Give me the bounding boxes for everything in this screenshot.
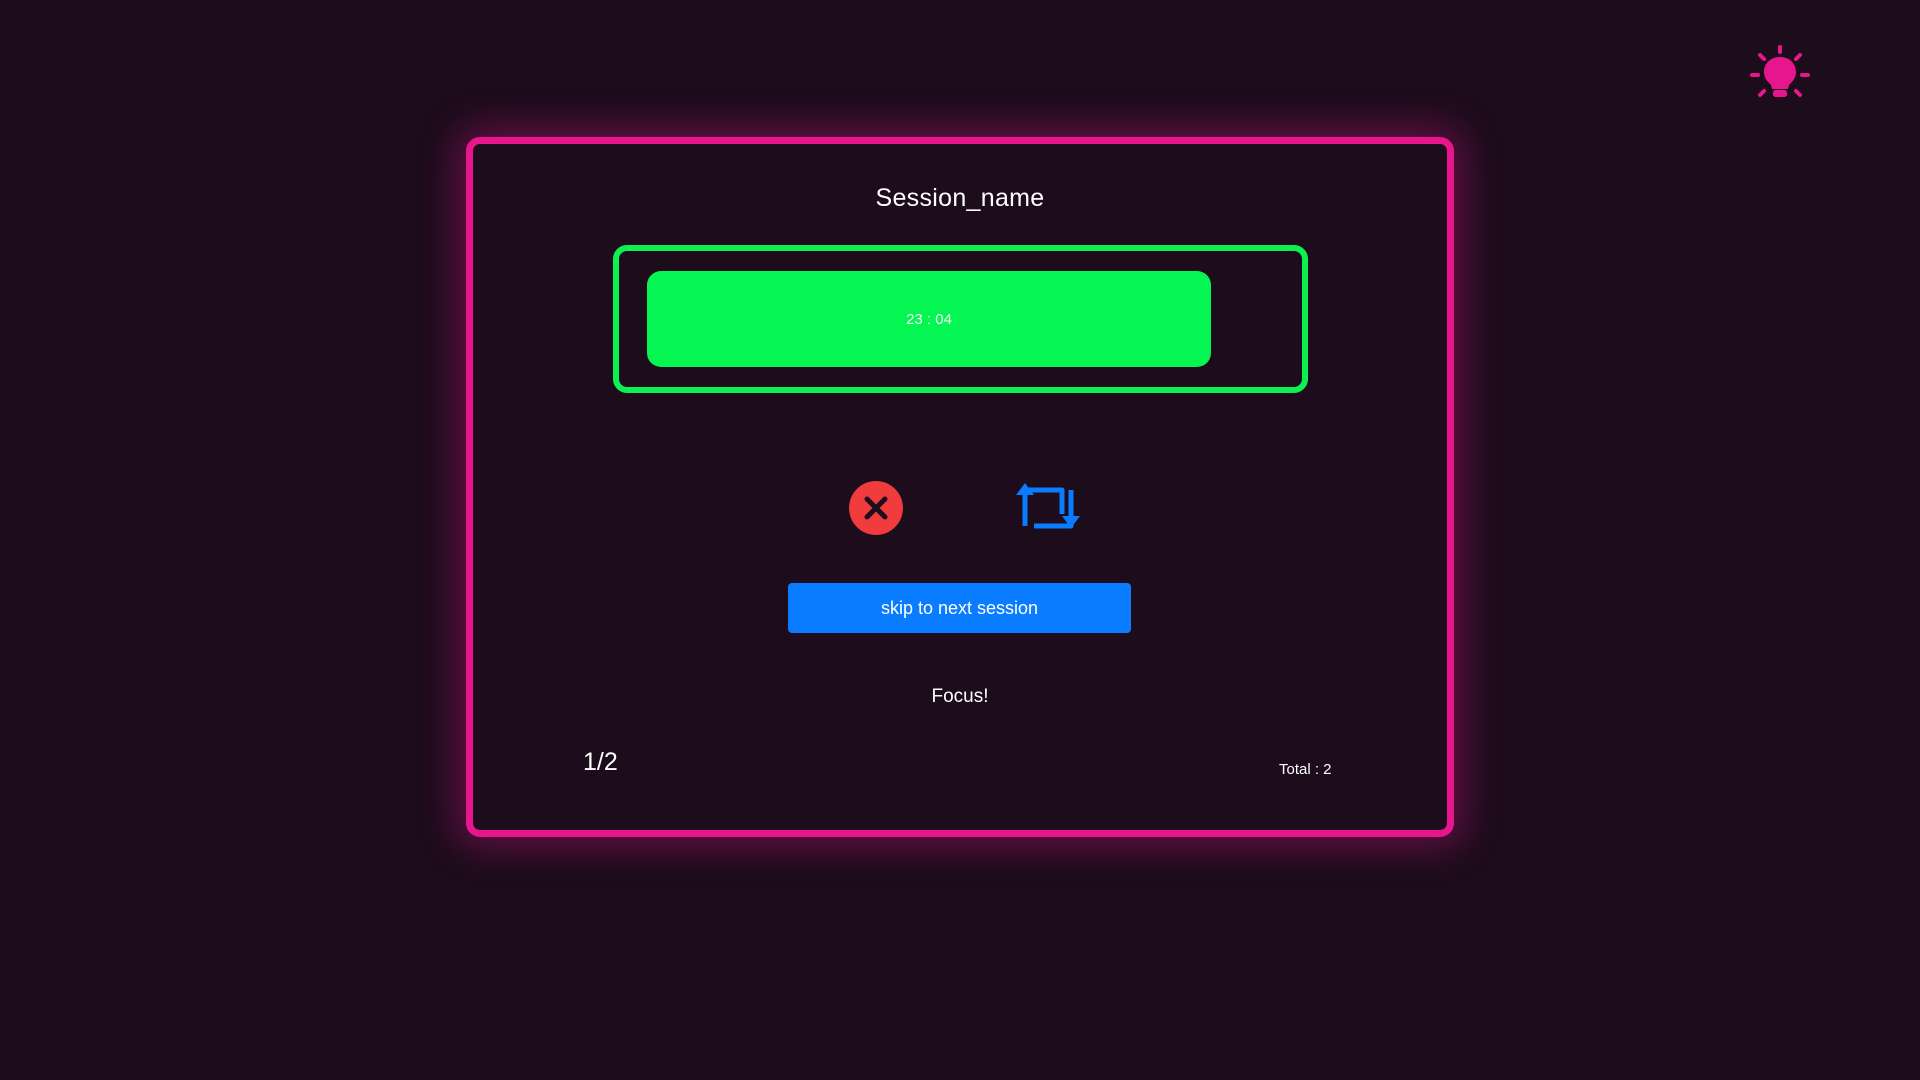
restart-session-button[interactable] <box>1016 480 1082 536</box>
close-circle-icon <box>849 481 903 535</box>
timer-progress-bar: 23 : 04 <box>647 271 1211 367</box>
timer-display: 23 : 04 <box>906 310 952 328</box>
lightbulb-icon <box>1750 45 1810 97</box>
total-sessions-label: Total : 2 <box>1279 761 1332 778</box>
skip-session-button[interactable]: skip to next session <box>788 583 1131 633</box>
timer-frame: 23 : 04 <box>613 245 1308 393</box>
stop-session-button[interactable] <box>849 481 903 535</box>
app-page: Session_name 23 : 04 skip to next sessio… <box>0 0 1920 1080</box>
repeat-icon <box>1016 483 1080 529</box>
session-counter: 1/2 <box>583 748 618 776</box>
status-text: Focus! <box>931 686 989 707</box>
session-title: Session_name <box>875 184 1045 212</box>
theme-toggle-button[interactable] <box>1749 44 1811 106</box>
session-card: Session_name 23 : 04 skip to next sessio… <box>466 137 1454 837</box>
